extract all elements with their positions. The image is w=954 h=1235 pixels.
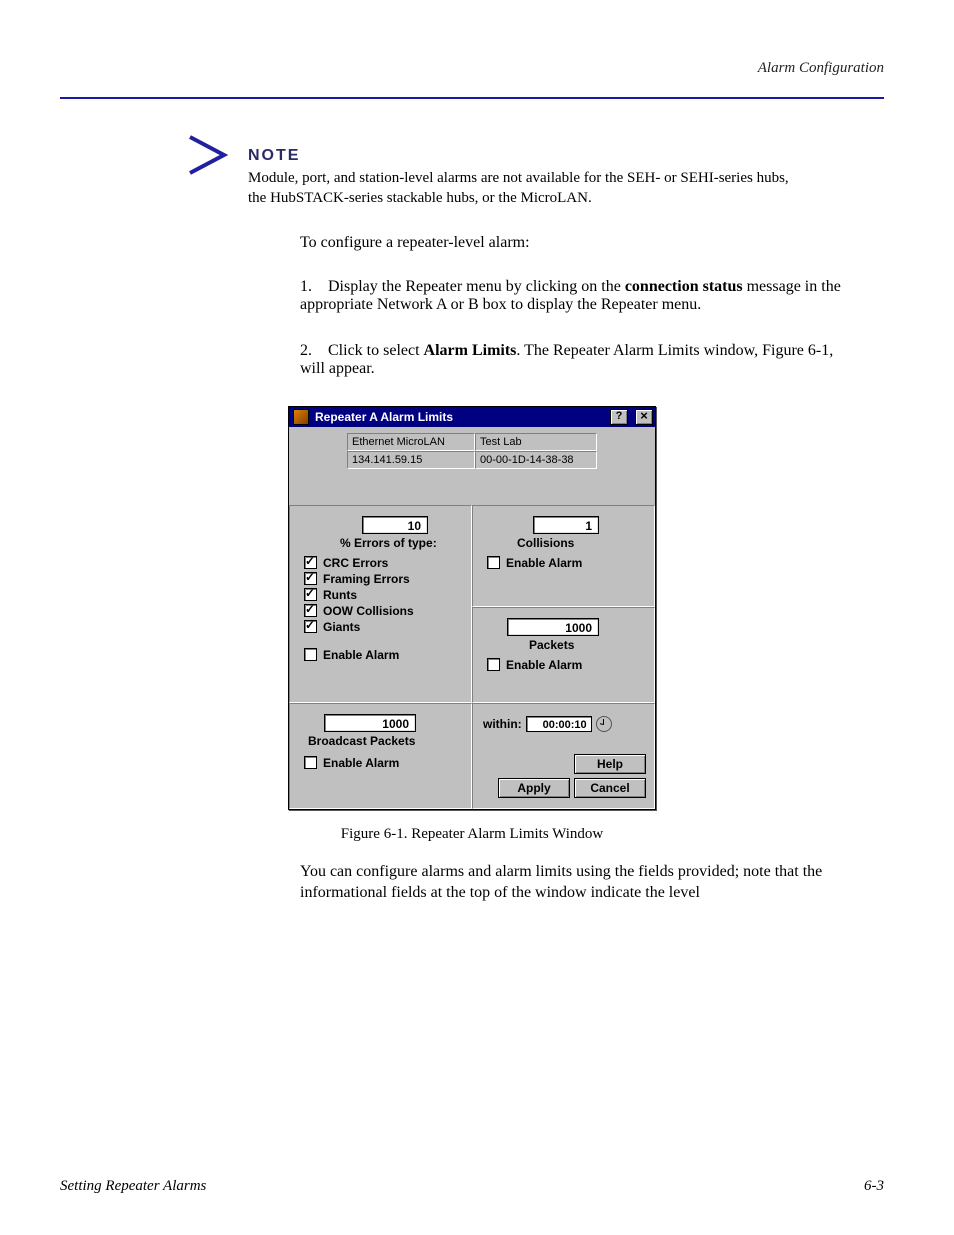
broadcast-label: Broadcast Packets [308,734,461,748]
titlebar-title: Repeater A Alarm Limits [315,410,603,424]
errors-enable-label: Enable Alarm [323,648,399,662]
collisions-panel: 1 Collisions Enable Alarm [472,505,655,607]
step-1: 1. Display the Repeater menu by clicking… [300,278,860,314]
clock-icon[interactable] [596,716,612,732]
packets-value[interactable]: 1000 [507,618,599,636]
step-1-bold: connection status [625,278,743,295]
footer-left: Setting Repeater Alarms [60,1178,206,1195]
packets-enable-checkbox[interactable] [487,658,500,671]
step-2: 2. Click to select Alarm Limits. The Rep… [300,342,860,378]
titlebar[interactable]: Repeater A Alarm Limits [289,407,655,427]
step-1-number: 1. [300,278,324,296]
errors-panel: 10 % Errors of type: CRC Errors Framing … [289,505,472,703]
actions-panel: within: 00:00:10 Help Apply Cancel [472,703,655,809]
note-block: NOTE Module, port, and station-level ala… [180,127,880,208]
step-2-text-before: Click to select [328,342,424,359]
broadcast-panel: 1000 Broadcast Packets Enable Alarm [289,703,472,809]
device-ip: 134.141.59.15 [347,451,475,469]
alarm-limits-dialog: Repeater A Alarm Limits Ethernet MicroLA… [288,406,656,810]
errors-enable-checkbox[interactable] [304,648,317,661]
page-footer: Setting Repeater Alarms 6-3 [60,1178,884,1195]
within-value[interactable]: 00:00:10 [526,716,592,732]
oow-collisions-label: OOW Collisions [323,604,414,618]
errors-value[interactable]: 10 [362,516,428,534]
crc-errors-checkbox[interactable] [304,556,317,569]
packets-label: Packets [529,638,644,652]
step-2-number: 2. [300,342,324,360]
apply-button[interactable]: Apply [498,778,570,798]
device-name: Ethernet MicroLAN [347,433,475,451]
within-label: within: [483,717,522,731]
oow-collisions-checkbox[interactable] [304,604,317,617]
giants-checkbox[interactable] [304,620,317,633]
collisions-enable-checkbox[interactable] [487,556,500,569]
footer-right: 6-3 [864,1178,884,1195]
figure-caption: Figure 6-1. Repeater Alarm Limits Window [60,826,884,843]
collisions-value[interactable]: 1 [533,516,599,534]
note-text: Module, port, and station-level alarms a… [248,169,808,208]
giants-label: Giants [323,620,360,634]
device-mac: 00-00-1D-14-38-38 [475,451,597,469]
broadcast-enable-checkbox[interactable] [304,756,317,769]
help-button[interactable]: Help [574,754,646,774]
collisions-enable-label: Enable Alarm [506,556,582,570]
post-figure-text: You can configure alarms and alarm limit… [300,861,860,904]
step-1-text-before: Display the Repeater menu by clicking on… [328,278,625,295]
broadcast-enable-label: Enable Alarm [323,756,399,770]
body-intro: To configure a repeater-level alarm: [300,232,860,254]
device-location: Test Lab [475,433,597,451]
collisions-label: Collisions [517,536,644,550]
device-info-block: Ethernet MicroLAN Test Lab 134.141.59.15… [289,427,655,477]
runts-checkbox[interactable] [304,588,317,601]
crc-errors-label: CRC Errors [323,556,388,570]
titlebar-close-button[interactable] [635,409,653,425]
step-2-bold: Alarm Limits [424,342,517,359]
titlebar-help-button[interactable] [610,409,628,425]
framing-errors-label: Framing Errors [323,572,410,586]
page-header-section: Alarm Configuration [60,60,884,77]
framing-errors-checkbox[interactable] [304,572,317,585]
packets-enable-label: Enable Alarm [506,658,582,672]
cancel-button[interactable]: Cancel [574,778,646,798]
header-rule [60,97,884,99]
app-icon [293,409,309,425]
note-label: NOTE [248,147,808,165]
errors-label: % Errors of type: [340,536,461,550]
packets-panel: 1000 Packets Enable Alarm [472,607,655,703]
broadcast-value[interactable]: 1000 [324,714,416,732]
runts-label: Runts [323,588,357,602]
note-arrow-icon [180,127,234,183]
